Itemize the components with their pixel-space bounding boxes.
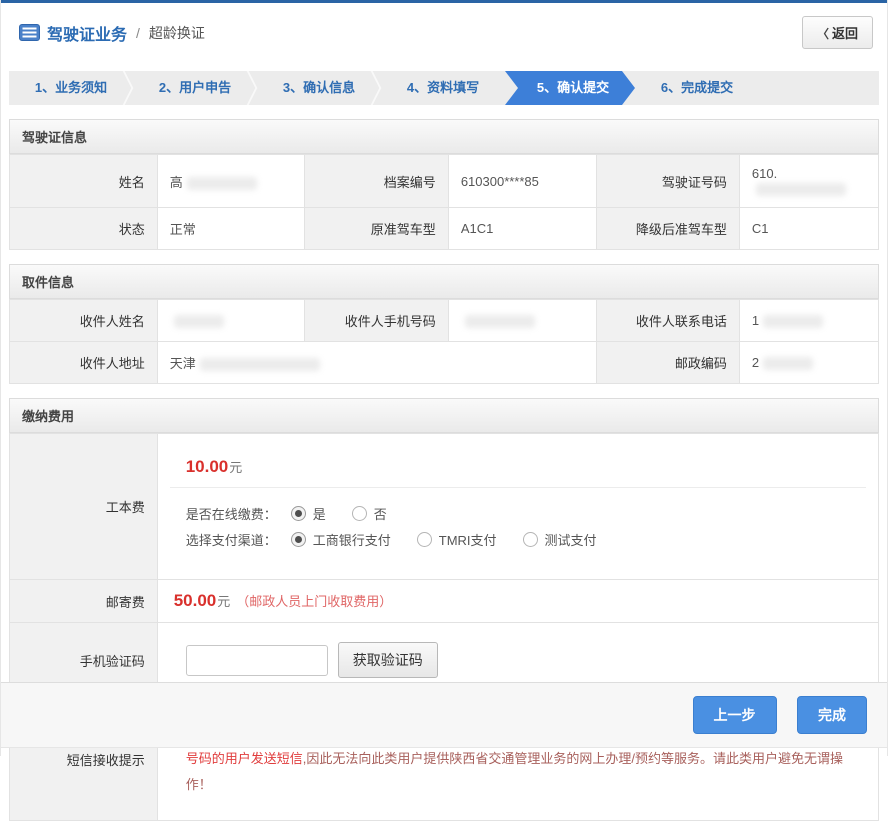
redacted-value <box>763 357 813 370</box>
post-fee-note: （邮政人员上门收取费用） <box>236 594 392 609</box>
name-value: 高 <box>157 155 305 208</box>
channel-tmri-option[interactable]: TMRI支付 <box>417 530 497 549</box>
zip-value: 2 <box>739 342 878 384</box>
radio-unselected-icon[interactable] <box>417 532 432 547</box>
channel-test-option[interactable]: 测试支付 <box>523 530 597 549</box>
orig-class-label: 原准驾车型 <box>305 208 448 250</box>
license-section-title: 驾驶证信息 <box>9 119 879 154</box>
page-header: 驾驶证业务 / 超龄换证 〈返回 <box>1 3 887 61</box>
radio-unselected-icon[interactable] <box>523 532 538 547</box>
finish-button[interactable]: 完成 <box>797 696 867 734</box>
channel-icbc-option[interactable]: 工商银行支付 <box>291 530 391 549</box>
page-title: 超龄换证 <box>149 23 205 43</box>
table-row: 状态 正常 原准驾车型 A1C1 降级后准驾车型 C1 <box>10 208 879 250</box>
pay-channel-row: 选择支付渠道： 工商银行支付 TMRI支付 测试支付 <box>186 530 850 549</box>
radio-selected-icon[interactable] <box>291 506 306 521</box>
work-fee-amount-row: 10.00元 <box>170 445 866 488</box>
pickup-info-table: 收件人姓名 收件人手机号码 收件人联系电话 1 收件人地址 天津 邮政编码 2 <box>9 299 879 384</box>
name-label: 姓名 <box>10 155 158 208</box>
post-fee-unit: 元 <box>217 594 230 609</box>
step-3-confirm-info[interactable]: 3、确认信息 <box>257 71 381 105</box>
online-pay-question: 是否在线缴费： <box>186 504 277 523</box>
work-fee-label: 工本费 <box>10 434 158 580</box>
radio-selected-icon[interactable] <box>291 532 306 547</box>
list-icon <box>19 24 40 41</box>
online-pay-yes-option[interactable]: 是 <box>291 504 326 523</box>
recipient-name-label: 收件人姓名 <box>10 300 158 342</box>
footer-action-bar: 上一步 完成 <box>1 682 887 748</box>
zip-label: 邮政编码 <box>596 342 739 384</box>
recipient-phone-label: 收件人联系电话 <box>596 300 739 342</box>
pickup-section-title: 取件信息 <box>9 264 879 299</box>
step-2-user-declaration[interactable]: 2、用户申告 <box>133 71 257 105</box>
online-pay-row: 是否在线缴费： 是 否 <box>186 504 850 523</box>
step-6-complete-submit[interactable]: 6、完成提交 <box>635 71 759 105</box>
pickup-info-section: 取件信息 收件人姓名 收件人手机号码 收件人联系电话 1 收件人地址 天津 邮政… <box>9 264 879 384</box>
downgraded-class-label: 降级后准驾车型 <box>596 208 739 250</box>
recipient-name-value <box>157 300 305 342</box>
captcha-input[interactable] <box>186 645 328 676</box>
post-fee-cell: 50.00元 （邮政人员上门收取费用） <box>157 580 878 623</box>
fees-section-title: 缴纳费用 <box>9 398 879 433</box>
back-button[interactable]: 〈返回 <box>802 16 873 49</box>
file-no-label: 档案编号 <box>305 155 448 208</box>
redacted-value <box>465 315 535 328</box>
recipient-address-value: 天津 <box>157 342 596 384</box>
redacted-value <box>763 315 823 328</box>
redacted-value <box>187 177 257 190</box>
downgraded-class-value: C1 <box>739 208 878 250</box>
license-info-table: 姓名 高 档案编号 610300****85 驾驶证号码 610. 状态 正常 … <box>9 154 879 250</box>
license-info-section: 驾驶证信息 姓名 高 档案编号 610300****85 驾驶证号码 610. … <box>9 119 879 250</box>
redacted-value <box>200 358 320 371</box>
status-label: 状态 <box>10 208 158 250</box>
back-button-label: 返回 <box>832 26 858 41</box>
work-fee-unit: 元 <box>229 460 242 475</box>
step-bar-filler <box>759 71 879 105</box>
work-fee-amount: 10.00 <box>186 457 229 476</box>
chevron-left-icon: 〈 <box>817 27 829 41</box>
table-row: 工本费 10.00元 是否在线缴费： 是 否 选择支付渠道： 工商银行支付 TM… <box>10 434 879 580</box>
recipient-mobile-label: 收件人手机号码 <box>305 300 448 342</box>
post-fee-label: 邮寄费 <box>10 580 158 623</box>
redacted-value <box>756 183 846 196</box>
step-4-fill-material[interactable]: 4、资料填写 <box>381 71 505 105</box>
recipient-address-label: 收件人地址 <box>10 342 158 384</box>
license-no-label: 驾驶证号码 <box>596 155 739 208</box>
radio-unselected-icon[interactable] <box>352 506 367 521</box>
table-row: 收件人地址 天津 邮政编码 2 <box>10 342 879 384</box>
online-pay-no-option[interactable]: 否 <box>352 504 387 523</box>
recipient-phone-value: 1 <box>739 300 878 342</box>
step-1-business-notice[interactable]: 1、业务须知 <box>9 71 133 105</box>
recipient-mobile-value <box>448 300 596 342</box>
step-5-confirm-submit-active[interactable]: 5、确认提交 <box>505 71 635 105</box>
table-row: 收件人姓名 收件人手机号码 收件人联系电话 1 <box>10 300 879 342</box>
step-navigation: 1、业务须知 2、用户申告 3、确认信息 4、资料填写 5、确认提交 6、完成提… <box>9 71 879 105</box>
breadcrumb-divider: / <box>136 25 140 41</box>
fees-table: 工本费 10.00元 是否在线缴费： 是 否 选择支付渠道： 工商银行支付 TM… <box>9 433 879 821</box>
redacted-value <box>174 315 224 328</box>
orig-class-value: A1C1 <box>448 208 596 250</box>
license-no-value: 610. <box>739 155 878 208</box>
table-row: 邮寄费 50.00元 （邮政人员上门收取费用） <box>10 580 879 623</box>
post-fee-amount: 50.00 <box>174 591 217 610</box>
get-captcha-button[interactable]: 获取验证码 <box>338 642 438 678</box>
table-row: 姓名 高 档案编号 610300****85 驾驶证号码 610. <box>10 155 879 208</box>
pay-channel-question: 选择支付渠道： <box>186 530 277 549</box>
work-fee-cell: 10.00元 是否在线缴费： 是 否 选择支付渠道： 工商银行支付 TMRI支付… <box>157 434 878 580</box>
file-no-value: 610300****85 <box>448 155 596 208</box>
module-title: 驾驶证业务 <box>47 21 127 45</box>
previous-step-button[interactable]: 上一步 <box>693 696 777 734</box>
fees-section: 缴纳费用 工本费 10.00元 是否在线缴费： 是 否 选择支付渠道： 工商银行… <box>9 398 879 821</box>
status-value: 正常 <box>157 208 305 250</box>
